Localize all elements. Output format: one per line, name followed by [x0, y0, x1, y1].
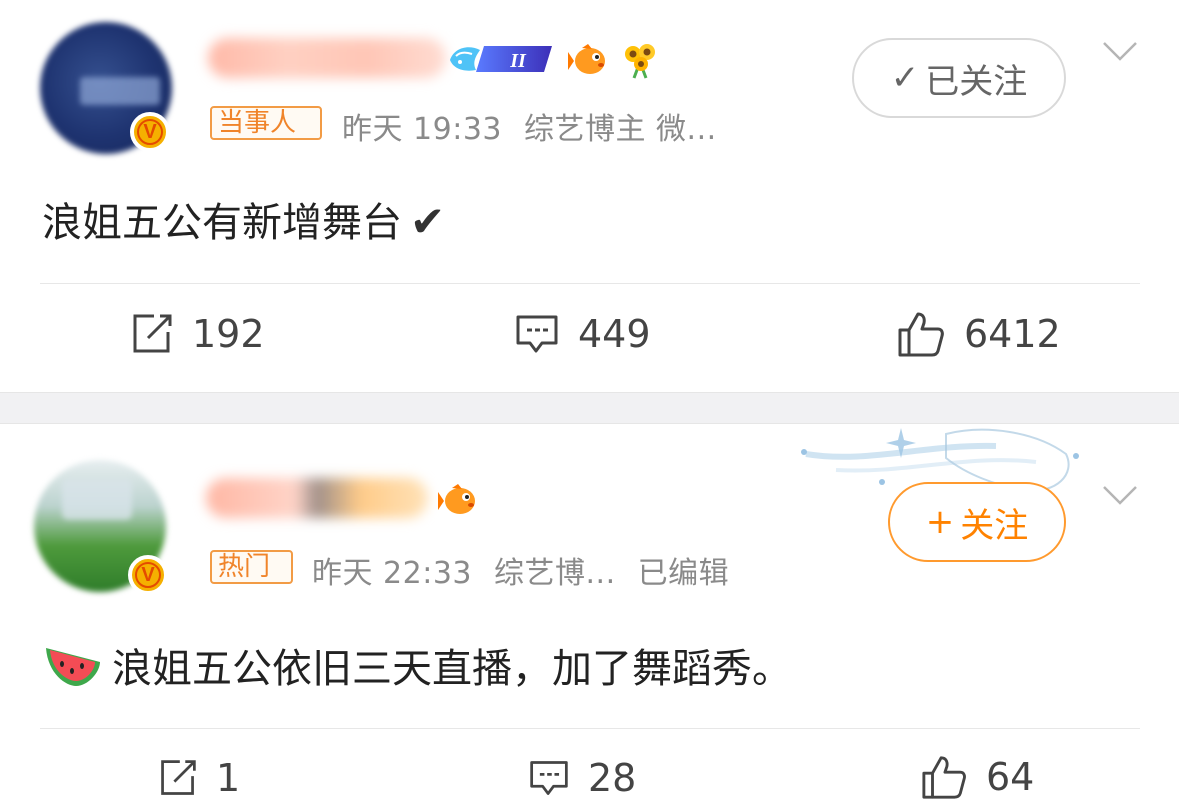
- weibo-post-1: V II 当事人 昨天 19:33 综艺博主 微... ✓ 已关注 浪姐五公有新增…: [0, 0, 1179, 392]
- post-category[interactable]: 综艺博主 微...: [524, 112, 717, 147]
- post-content: 浪姐五公有新增舞台 ✔: [42, 190, 445, 248]
- chevron-down-icon[interactable]: [1102, 484, 1138, 506]
- check-icon: ✓: [890, 58, 920, 98]
- like-count: 64: [986, 755, 1035, 799]
- comment-button[interactable]: 28: [528, 756, 636, 800]
- verified-badge-icon: V: [130, 112, 170, 152]
- follow-button[interactable]: + 关注: [888, 482, 1066, 562]
- watermelon-emoji-icon: [46, 648, 100, 686]
- like-icon: [922, 756, 966, 799]
- like-button[interactable]: 6412: [896, 310, 1061, 358]
- divider: [40, 283, 1140, 284]
- post-text: 浪姐五公依旧三天直播，加了舞蹈秀。: [112, 646, 792, 692]
- following-button[interactable]: ✓ 已关注: [852, 38, 1066, 118]
- fish-emoji-icon: [438, 484, 475, 514]
- verified-badge-icon: V: [128, 555, 168, 595]
- level-badge-text: II: [509, 50, 527, 72]
- follow-label: 已关注: [925, 61, 1028, 102]
- plus-icon: +: [925, 502, 955, 542]
- repost-count: 192: [192, 312, 265, 356]
- repost-button[interactable]: 1: [158, 756, 240, 800]
- check-mark-emoji-icon: ✔: [410, 197, 446, 246]
- post-content: 浪姐五公依旧三天直播，加了舞蹈秀。: [44, 636, 792, 694]
- post-meta: 昨天 22:33 综艺博... 已编辑: [312, 548, 729, 592]
- username-blurred[interactable]: [206, 478, 428, 518]
- fish-emoji-icon: [568, 44, 605, 74]
- level-badge-icon: II: [450, 46, 552, 72]
- divider: [40, 728, 1140, 729]
- follow-label: 关注: [960, 505, 1029, 546]
- comment-icon: [530, 761, 568, 795]
- chevron-down-icon[interactable]: [1102, 40, 1138, 62]
- comment-count: 449: [578, 312, 651, 356]
- tag-badge: 当事人: [210, 106, 322, 140]
- repost-icon: [161, 760, 196, 795]
- like-button[interactable]: 64: [920, 754, 1034, 800]
- post-category[interactable]: 综艺博...: [494, 556, 616, 591]
- comment-count: 28: [588, 756, 637, 800]
- edited-label: 已编辑: [637, 556, 730, 591]
- post-time: 昨天 19:33: [342, 112, 502, 147]
- post-meta: 昨天 19:33 综艺博主 微...: [342, 104, 717, 148]
- repost-count: 1: [216, 756, 241, 800]
- repost-icon: [133, 314, 172, 353]
- like-count: 6412: [964, 312, 1061, 356]
- post-text: 浪姐五公有新增舞台: [42, 200, 402, 246]
- comment-button[interactable]: 449: [514, 312, 651, 356]
- post-time: 昨天 22:33: [312, 556, 472, 591]
- sunflower-emoji-icon: [625, 44, 655, 79]
- hot-tag-badge: 热门: [210, 550, 293, 584]
- repost-button[interactable]: 192: [130, 312, 265, 356]
- comment-icon: [516, 315, 558, 353]
- post-separator: [0, 392, 1179, 424]
- username-blurred[interactable]: [208, 38, 446, 78]
- like-icon: [898, 312, 944, 357]
